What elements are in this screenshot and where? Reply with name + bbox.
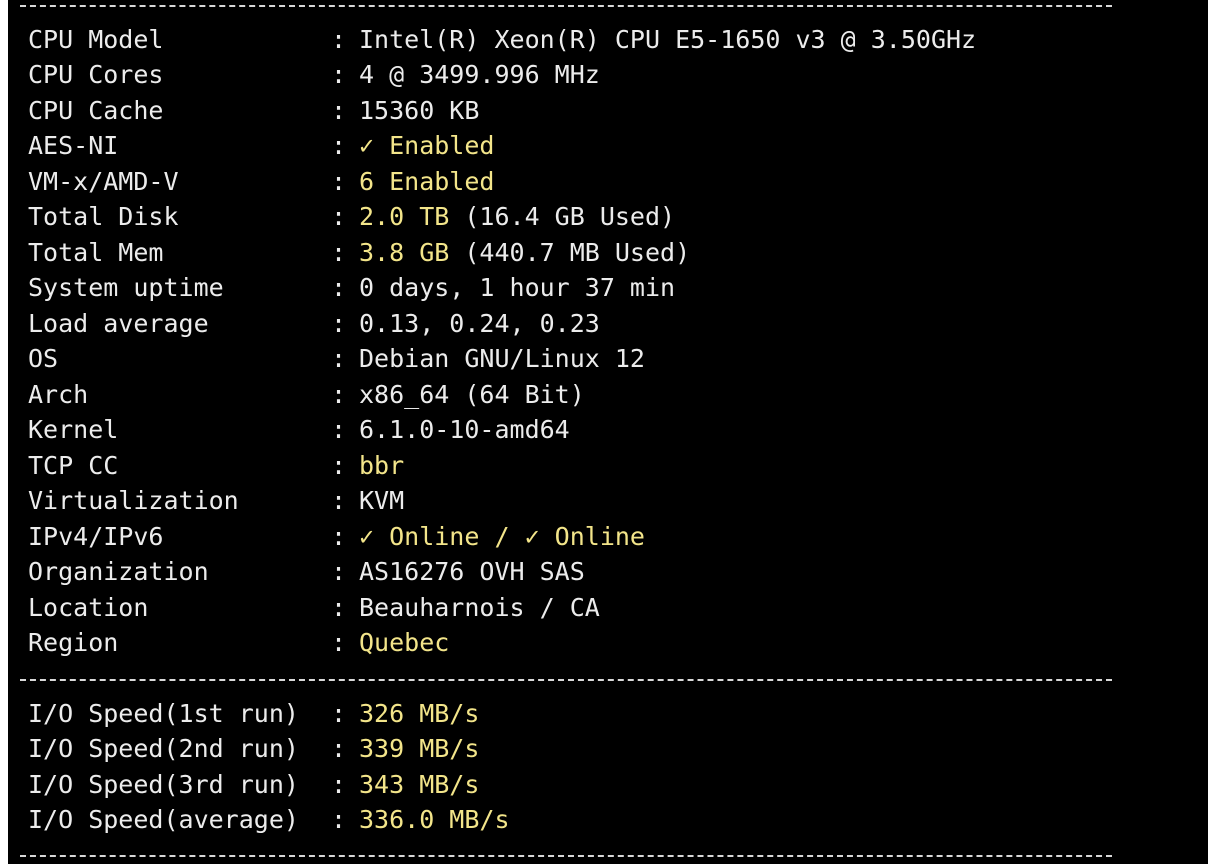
row-location: Location : Beauharnois / CA <box>28 592 600 624</box>
row-os: OS : Debian GNU/Linux 12 <box>28 343 645 375</box>
row-cpu-cache: CPU Cache : 15360 KB <box>28 95 479 127</box>
row-label: Arch <box>28 380 89 409</box>
row-value: Quebec <box>359 628 450 657</box>
row-value-group: 3.8 GB (440.7 MB Used) <box>359 237 690 269</box>
row-label: CPU Model <box>28 25 164 54</box>
row-label: Location <box>28 593 149 622</box>
row-label: System uptime <box>28 273 224 302</box>
row-colon: : <box>331 734 347 763</box>
row-label: Total Mem <box>28 238 164 267</box>
row-colon: : <box>331 60 347 89</box>
row-value: 6 Enabled <box>359 167 495 196</box>
row-colon: : <box>331 25 347 54</box>
row-value: x86_64 (64 Bit) <box>359 380 585 409</box>
row-value-group: 2.0 TB (16.4 GB Used) <box>359 201 675 233</box>
row-colon: : <box>331 805 347 834</box>
separator-top <box>20 5 1112 7</box>
row-value: 0 days, 1 hour 37 min <box>359 273 676 302</box>
row-value: AS16276 OVH SAS <box>359 557 585 586</box>
row-colon: : <box>331 593 347 622</box>
row-value: 4 @ 3499.996 MHz <box>359 60 600 89</box>
row-colon: : <box>331 451 347 480</box>
row-value: bbr <box>359 451 405 480</box>
terminal-window: CPU Model : Intel(R) Xeon(R) CPU E5-1650… <box>8 0 1208 864</box>
row-label: Total Disk <box>28 202 179 231</box>
row-label: OS <box>28 344 59 373</box>
row-value: KVM <box>359 486 405 515</box>
row-colon: : <box>331 699 347 728</box>
row-label: I/O Speed(2nd run) <box>28 734 299 763</box>
row-value: 0.13, 0.24, 0.23 <box>359 309 600 338</box>
row-colon: : <box>331 202 347 231</box>
row-total-mem: Total Mem : 3.8 GB (440.7 MB Used) <box>28 237 690 269</box>
row-value: Intel(R) Xeon(R) CPU E5-1650 v3 @ 3.50GH… <box>359 25 977 54</box>
row-value: ✓ Enabled <box>359 131 495 160</box>
row-uptime: System uptime : 0 days, 1 hour 37 min <box>28 272 675 304</box>
row-label: Region <box>28 628 119 657</box>
row-colon: : <box>331 380 347 409</box>
row-value: 15360 KB <box>359 96 480 125</box>
row-colon: : <box>331 273 347 302</box>
row-value: 339 MB/s <box>359 734 480 763</box>
row-label: I/O Speed(1st run) <box>28 699 299 728</box>
row-label: I/O Speed(average) <box>28 805 299 834</box>
row-organization: Organization : AS16276 OVH SAS <box>28 556 585 588</box>
row-colon: : <box>331 309 347 338</box>
row-value: 326 MB/s <box>359 699 480 728</box>
row-value: ✓ Online / ✓ Online <box>359 522 645 551</box>
separator-middle <box>20 679 1112 681</box>
row-label: CPU Cores <box>28 60 164 89</box>
row-value: 2.0 TB <box>359 202 450 231</box>
row-cpu-model: CPU Model : Intel(R) Xeon(R) CPU E5-1650… <box>28 24 976 56</box>
row-io-speed-average: I/O Speed(average) : 336.0 MB/s <box>28 804 510 836</box>
row-value: Debian GNU/Linux 12 <box>359 344 645 373</box>
row-label: TCP CC <box>28 451 119 480</box>
row-region: Region : Quebec <box>28 627 449 659</box>
row-ip: IPv4/IPv6 : ✓ Online / ✓ Online <box>28 521 645 553</box>
row-colon: : <box>331 415 347 444</box>
row-io-speed-2: I/O Speed(2nd run) : 339 MB/s <box>28 733 479 765</box>
row-colon: : <box>331 770 347 799</box>
row-label: VM-x/AMD-V <box>28 167 179 196</box>
row-colon: : <box>331 486 347 515</box>
row-value: 3.8 GB <box>359 238 450 267</box>
row-kernel: Kernel : 6.1.0-10-amd64 <box>28 414 570 446</box>
row-vmx: VM-x/AMD-V : 6 Enabled <box>28 166 494 198</box>
row-label: Kernel <box>28 415 119 444</box>
row-aes-ni: AES-NI : ✓ Enabled <box>28 130 494 162</box>
row-total-disk: Total Disk : 2.0 TB (16.4 GB Used) <box>28 201 675 233</box>
row-arch: Arch : x86_64 (64 Bit) <box>28 379 585 411</box>
row-io-speed-3: I/O Speed(3rd run) : 343 MB/s <box>28 769 479 801</box>
row-colon: : <box>331 238 347 267</box>
row-colon: : <box>331 344 347 373</box>
row-io-speed-1: I/O Speed(1st run) : 326 MB/s <box>28 698 479 730</box>
row-cpu-cores: CPU Cores : 4 @ 3499.996 MHz <box>28 59 600 91</box>
row-value: 6.1.0-10-amd64 <box>359 415 570 444</box>
row-label: AES-NI <box>28 131 119 160</box>
row-label: Organization <box>28 557 209 586</box>
row-colon: : <box>331 522 347 551</box>
row-label: Load average <box>28 309 209 338</box>
row-value: 343 MB/s <box>359 770 480 799</box>
row-tcp-cc: TCP CC : bbr <box>28 450 404 482</box>
row-value-extra: (16.4 GB Used) <box>449 202 676 231</box>
row-colon: : <box>331 167 347 196</box>
row-value: 336.0 MB/s <box>359 805 510 834</box>
row-colon: : <box>331 96 347 125</box>
row-label: Virtualization <box>28 486 239 515</box>
row-label: I/O Speed(3rd run) <box>28 770 299 799</box>
row-load-average: Load average : 0.13, 0.24, 0.23 <box>28 308 600 340</box>
row-virtualization: Virtualization : KVM <box>28 485 404 517</box>
row-colon: : <box>331 557 347 586</box>
row-label: CPU Cache <box>28 96 164 125</box>
row-colon: : <box>331 131 347 160</box>
row-label: IPv4/IPv6 <box>28 522 164 551</box>
separator-bottom <box>20 855 1112 857</box>
row-value-extra: (440.7 MB Used) <box>449 238 691 267</box>
row-colon: : <box>331 628 347 657</box>
row-value: Beauharnois / CA <box>359 593 600 622</box>
